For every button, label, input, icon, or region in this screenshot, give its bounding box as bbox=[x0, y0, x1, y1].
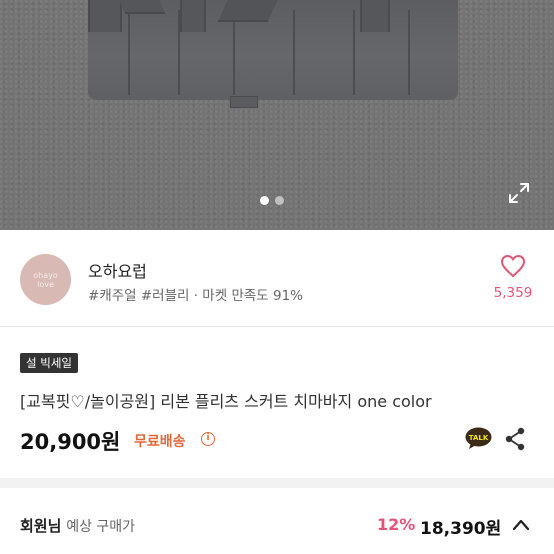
shop-logo-text: ohayo love bbox=[33, 270, 58, 289]
free-shipping-label: 무료배송 bbox=[134, 434, 186, 450]
chevron-up-icon[interactable] bbox=[512, 518, 530, 532]
talk-label: TALK bbox=[469, 434, 489, 442]
shop-name[interactable]: 오하요럽 bbox=[88, 258, 147, 282]
member-discount: 12% bbox=[377, 515, 416, 534]
shop-info-row[interactable]: ohayo love 오하요럽 #캐주얼 #러블리 · 마켓 만족도 91% 5… bbox=[0, 230, 554, 326]
product-image-gallery[interactable] bbox=[0, 0, 554, 230]
shop-logo[interactable]: ohayo love bbox=[20, 254, 71, 305]
product-photo-skirt bbox=[88, 0, 458, 100]
info-icon[interactable]: i bbox=[201, 432, 215, 446]
section-divider bbox=[0, 478, 554, 488]
kakaotalk-share-icon[interactable]: TALK bbox=[465, 427, 492, 450]
member-label: 회원님 bbox=[20, 517, 62, 535]
product-price: 20,900원 bbox=[20, 430, 121, 454]
share-icon[interactable] bbox=[504, 427, 526, 451]
divider bbox=[0, 326, 554, 327]
expected-price-label: 예상 구매가 bbox=[66, 519, 136, 535]
like-count: 5,359 bbox=[493, 285, 533, 301]
heart-outline-icon[interactable] bbox=[500, 254, 526, 278]
member-price: 18,390원 bbox=[420, 519, 502, 539]
gallery-dot[interactable] bbox=[275, 196, 284, 205]
expand-icon[interactable] bbox=[508, 182, 530, 204]
gallery-dot-active[interactable] bbox=[260, 196, 269, 205]
gallery-pagination bbox=[260, 196, 284, 205]
product-title: [교복핏♡/놀이공원] 리본 플리츠 스커트 치마바지 one color bbox=[20, 392, 432, 411]
member-price-label: 회원님 예상 구매가 bbox=[20, 515, 135, 536]
shop-tags: #캐주얼 #러블리 · 마켓 만족도 91% bbox=[88, 288, 303, 304]
sale-badge: 설 빅세일 bbox=[20, 353, 78, 373]
